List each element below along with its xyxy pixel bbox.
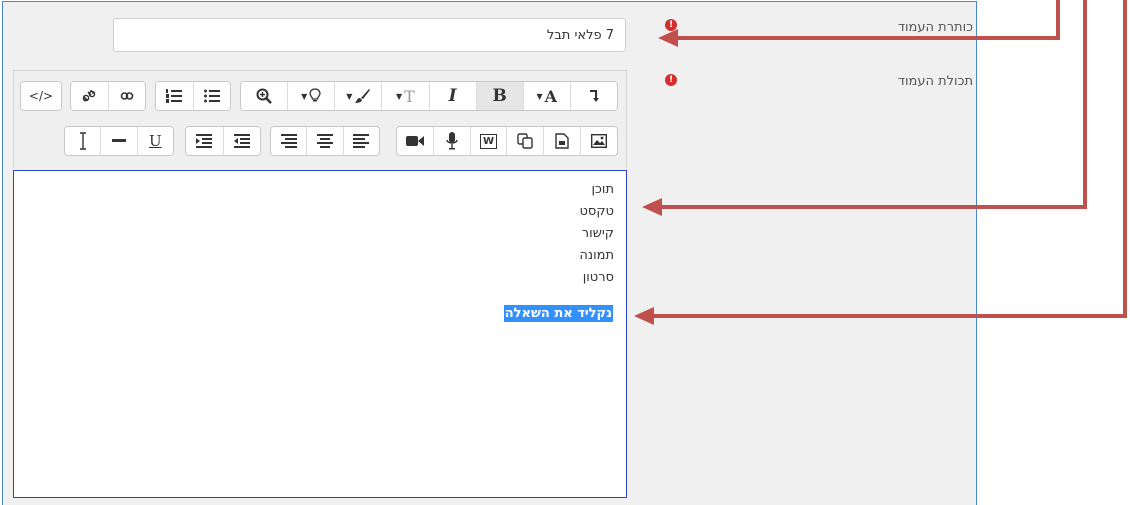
annotation-arrow-lines bbox=[660, 0, 1087, 209]
annotation-arrow-title bbox=[676, 0, 1060, 40]
annotation-arrowhead-title bbox=[658, 29, 678, 47]
annotation-arrowhead-lines bbox=[642, 198, 662, 216]
annotation-arrows bbox=[634, 0, 1127, 325]
annotation-arrow-selection bbox=[652, 0, 1127, 318]
annotation-arrowhead-selection bbox=[634, 307, 654, 325]
